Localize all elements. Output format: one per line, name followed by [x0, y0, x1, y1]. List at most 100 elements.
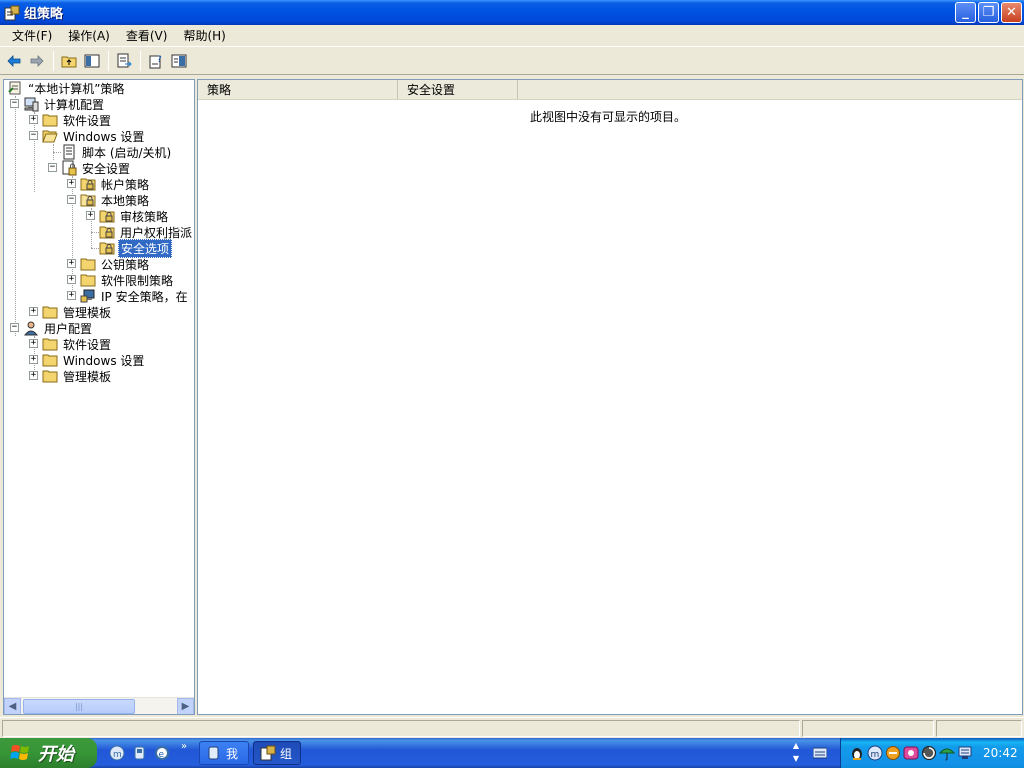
column-header-security-setting[interactable]: 安全设置	[398, 80, 518, 99]
tree-item-computer-config[interactable]: 计算机配置	[23, 96, 106, 112]
status-segment	[802, 720, 934, 737]
group-policy-icon	[260, 745, 276, 761]
tree-collapse-toggle[interactable]: −	[10, 99, 19, 108]
tree-item-ip-security[interactable]: IP 安全策略，在	[80, 288, 190, 304]
scroll-left-icon[interactable]: ◀	[4, 698, 21, 714]
user-icon	[23, 321, 39, 336]
tree-item-software-settings[interactable]: 软件设置	[42, 112, 113, 128]
task-app-icon	[208, 746, 219, 760]
column-header-policy[interactable]: 策略	[198, 80, 398, 99]
tree-expand-toggle[interactable]: +	[29, 355, 38, 364]
window-title: 组策略	[24, 7, 64, 22]
folder-icon	[80, 258, 96, 271]
status-segment	[936, 720, 1022, 737]
keyboard-icon[interactable]	[813, 747, 827, 759]
folder-icon	[42, 370, 58, 383]
clock[interactable]: 20:42	[983, 746, 1018, 760]
minimize-button[interactable]: _	[955, 2, 976, 23]
tree-pane[interactable]: “本地计算机”策略 − 计算机配置 + 软件设置 − Windows 设置 脚本…	[3, 79, 195, 715]
quicklaunch-more-icon[interactable]: »	[181, 741, 187, 752]
qq-penguin-icon[interactable]	[849, 745, 865, 761]
folder-icon	[42, 114, 58, 127]
help-icon[interactable]	[168, 50, 190, 72]
menu-action[interactable]: 操作(A)	[60, 27, 118, 44]
restore-button[interactable]: ❐	[978, 2, 999, 23]
tree-collapse-toggle[interactable]: −	[10, 323, 19, 332]
ip-security-icon	[80, 289, 95, 303]
tree-item-user-admin-templates[interactable]: 管理模板	[42, 368, 113, 384]
folder-icon	[42, 306, 58, 319]
start-button[interactable]: 开始	[0, 738, 97, 768]
taskbar-task-group-policy[interactable]: 组	[253, 741, 301, 765]
tree-label: Windows 设置	[63, 353, 145, 368]
tree-item-audit-policy[interactable]: 审核策略	[99, 208, 170, 224]
tree-item-public-key[interactable]: 公钥策略	[80, 256, 151, 272]
tree-expand-toggle[interactable]: +	[67, 259, 76, 268]
quicklaunch-app-icon[interactable]	[132, 745, 148, 761]
toolbar-separator	[108, 51, 109, 71]
tree-collapse-toggle[interactable]: −	[67, 195, 76, 204]
locked-folder-icon	[99, 226, 115, 239]
tree-item-user-config[interactable]: 用户配置	[23, 320, 94, 336]
orange-app-icon[interactable]	[885, 745, 901, 761]
tree-item-software-restriction[interactable]: 软件限制策略	[80, 272, 175, 288]
tree-item-security-options[interactable]: 安全选项	[99, 238, 173, 258]
properties-icon[interactable]: ?	[145, 50, 167, 72]
menu-view[interactable]: 查看(V)	[118, 27, 176, 44]
forward-arrow-icon[interactable]	[26, 50, 48, 72]
tree-expand-toggle[interactable]: +	[67, 179, 76, 188]
policy-scroll-icon	[8, 81, 21, 95]
tree-label: 审核策略	[120, 209, 169, 224]
tree-item-local-policies[interactable]: 本地策略	[80, 192, 151, 208]
menu-help[interactable]: 帮助(H)	[175, 27, 233, 44]
tree-item-account-policies[interactable]: 帐户策略	[80, 176, 151, 192]
tree-collapse-toggle[interactable]: −	[48, 163, 57, 172]
up-folder-icon[interactable]	[58, 50, 80, 72]
tree-item-security-settings[interactable]: 安全设置	[61, 160, 132, 176]
tree-expand-toggle[interactable]: +	[86, 211, 95, 220]
export-list-icon[interactable]	[113, 50, 135, 72]
back-arrow-icon[interactable]	[3, 50, 25, 72]
toolbar-separator	[53, 51, 54, 71]
tree-expand-toggle[interactable]: +	[29, 115, 38, 124]
window-title-bar[interactable]: 组策略 _ ❐ ✕	[0, 0, 1024, 25]
tree-item-user-windows-settings[interactable]: Windows 设置	[42, 352, 146, 368]
folder-icon	[42, 338, 58, 351]
script-icon	[63, 144, 75, 160]
tree-expand-toggle[interactable]: +	[29, 307, 38, 316]
tree-expand-toggle[interactable]: +	[29, 371, 38, 380]
tree-expand-toggle[interactable]: +	[29, 339, 38, 348]
scrollbar-thumb[interactable]: |||	[23, 699, 135, 714]
toolbar-separator	[140, 51, 141, 71]
network-icon[interactable]	[957, 745, 973, 761]
show-hide-tree-icon[interactable]	[81, 50, 103, 72]
tree-horizontal-scrollbar[interactable]: ◀ ||| ▶	[4, 697, 194, 714]
tree-label: 计算机配置	[44, 97, 105, 112]
umbrella-icon[interactable]	[939, 745, 955, 761]
messenger-icon[interactable]: m	[867, 745, 883, 761]
folder-open-icon	[42, 130, 58, 143]
tree-collapse-toggle[interactable]: −	[29, 131, 38, 140]
tree-item-user-software-settings[interactable]: 软件设置	[42, 336, 113, 352]
tree-expand-toggle[interactable]: +	[67, 291, 76, 300]
svg-text:m: m	[113, 750, 122, 760]
folder-icon	[80, 274, 96, 287]
close-button[interactable]: ✕	[1001, 2, 1022, 23]
tree-item-admin-templates[interactable]: 管理模板	[42, 304, 113, 320]
tree-expand-toggle[interactable]: +	[67, 275, 76, 284]
pink-app-icon[interactable]	[903, 745, 919, 761]
quicklaunch-qq-icon[interactable]: m	[109, 745, 125, 761]
menu-file[interactable]: 文件(F)	[4, 27, 60, 44]
tree-label: 安全设置	[82, 161, 131, 176]
scroll-right-icon[interactable]: ▶	[177, 698, 194, 714]
tree-item-root[interactable]: “本地计算机”策略	[7, 80, 126, 96]
system-tray: m 20:42	[840, 738, 1024, 768]
status-segment	[2, 720, 800, 737]
tree-item-windows-settings[interactable]: Windows 设置	[42, 128, 146, 144]
detail-pane[interactable]: 策略 安全设置 此视图中没有可显示的项目。	[197, 79, 1023, 715]
quicklaunch-ie-icon[interactable]: e	[154, 745, 170, 761]
taskbar-scroll-arrows[interactable]: ▲ ▼	[790, 739, 802, 767]
swirl-app-icon[interactable]	[921, 745, 937, 761]
taskbar-task-my[interactable]: 我	[199, 741, 249, 765]
tree-item-scripts[interactable]: 脚本 (启动/关机)	[61, 144, 173, 160]
